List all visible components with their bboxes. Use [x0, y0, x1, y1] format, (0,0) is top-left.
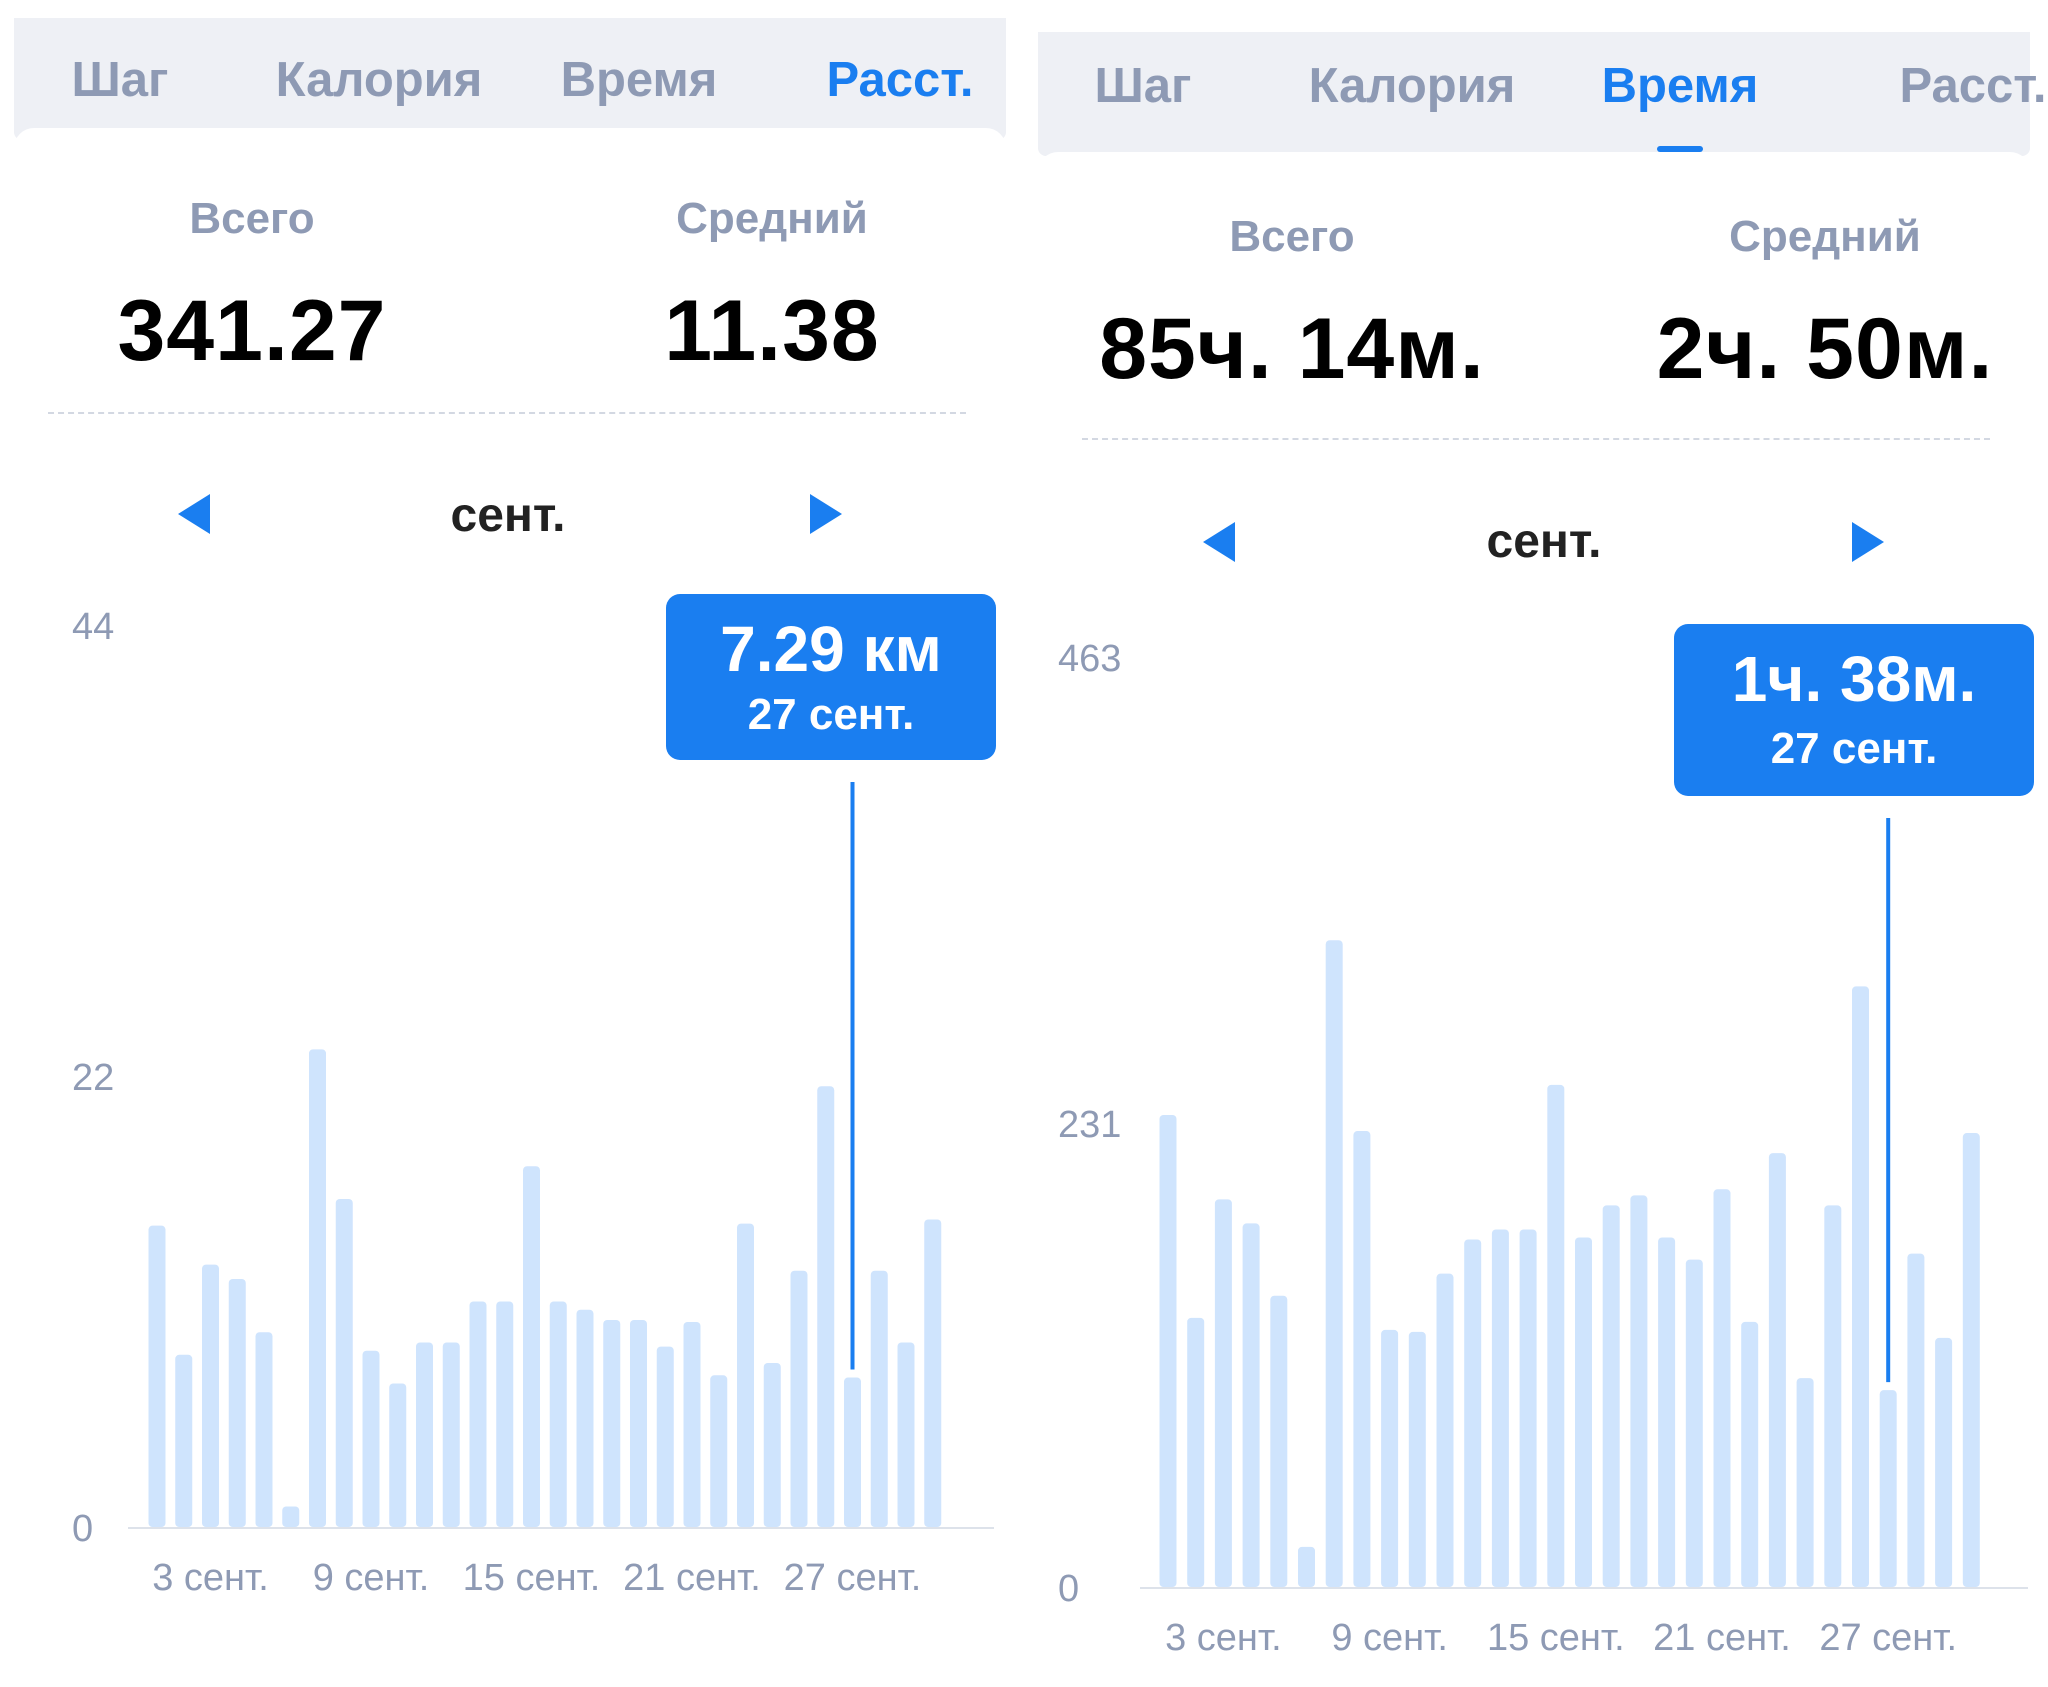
chart-bar[interactable] — [335, 1199, 353, 1527]
tooltip-value: 7.29 км — [720, 613, 942, 685]
chart-bar[interactable] — [309, 1049, 326, 1527]
chart-bar[interactable] — [1187, 1317, 1205, 1587]
x-tick-label: 9 сент. — [1331, 1617, 1448, 1659]
chart-bar[interactable] — [1519, 1229, 1537, 1587]
distance-bar-chart: 0 22 44 3 сент. 9 сент. 15 сент. 21 сент. 27 се… — [72, 606, 994, 1599]
chart-bar[interactable] — [416, 1342, 433, 1528]
chart-bar[interactable] — [1436, 1273, 1454, 1587]
time-panel: Шаг Калория Время Расст. Всего 85ч. 14м.… — [1024, 0, 2048, 1687]
tooltip-value: 1ч. 38м. — [1731, 643, 1977, 715]
chart-bar[interactable] — [1270, 1295, 1288, 1587]
chart-bar[interactable] — [576, 1309, 594, 1527]
x-tick-label: 3 сент. — [1165, 1617, 1282, 1659]
chart-bar[interactable] — [897, 1342, 915, 1528]
chart-bar[interactable] — [442, 1342, 460, 1528]
chart-bar[interactable] — [148, 1225, 166, 1527]
chart-bar[interactable] — [870, 1270, 888, 1527]
chart-bar[interactable] — [1298, 1546, 1315, 1587]
chart-bar[interactable] — [1824, 1205, 1842, 1587]
chart-bar[interactable] — [1907, 1253, 1925, 1587]
selected-bar-tooltip: 7.29 км 27 сент. — [666, 594, 996, 760]
chart-bar[interactable] — [175, 1354, 193, 1527]
chart-bar[interactable] — [737, 1223, 754, 1527]
y-tick-label: 231 — [1058, 1104, 1121, 1146]
chart-bar[interactable] — [1713, 1189, 1731, 1587]
chart-bar[interactable] — [817, 1086, 835, 1527]
x-tick-label: 27 сент. — [784, 1557, 922, 1599]
chart-bar[interactable] — [763, 1363, 781, 1527]
x-tick-label: 21 сент. — [623, 1557, 761, 1599]
x-tick-label: 15 сент. — [1487, 1617, 1625, 1659]
y-tick-label: 0 — [72, 1508, 93, 1550]
chart-bar[interactable] — [1242, 1223, 1260, 1587]
chart-bar[interactable] — [255, 1332, 273, 1527]
chart-bar[interactable] — [1602, 1205, 1620, 1587]
chart-bar[interactable] — [523, 1166, 540, 1527]
chart-bar[interactable] — [844, 1377, 861, 1527]
chart-bar[interactable] — [496, 1301, 514, 1528]
chart-bar[interactable] — [1325, 940, 1343, 1587]
chart-bar[interactable] — [1159, 1114, 1177, 1587]
chart-bar[interactable] — [683, 1322, 701, 1527]
chart-bar[interactable] — [202, 1264, 219, 1527]
x-tick-label: 3 сент. — [152, 1557, 269, 1599]
chart-bar[interactable] — [389, 1383, 407, 1528]
chart-bar[interactable] — [1491, 1229, 1509, 1587]
chart-bar[interactable] — [549, 1301, 567, 1528]
chart-bar[interactable] — [1879, 1390, 1897, 1587]
chart-bar[interactable] — [228, 1278, 246, 1527]
selected-bar-tooltip: 1ч. 38м. 27 сент. — [1674, 624, 2034, 796]
x-tick-label: 9 сент. — [313, 1557, 430, 1599]
chart-bar[interactable] — [1935, 1337, 1953, 1587]
tooltip-date: 27 сент. — [747, 690, 915, 739]
distance-panel: Шаг Калория Время Расст. Всего 341.27 Ср… — [0, 0, 1024, 1687]
chart-bar[interactable] — [1408, 1331, 1426, 1587]
chart-bar[interactable] — [1796, 1378, 1814, 1587]
time-bar-chart: 0 231 463 3 сент. 9 сент. 15 сент. 21 сент. 27 … — [1058, 638, 2028, 1659]
chart-bar[interactable] — [710, 1375, 728, 1527]
x-tick-label: 21 сент. — [1653, 1617, 1791, 1659]
y-tick-label: 0 — [1058, 1568, 1079, 1610]
chart-bar[interactable] — [1658, 1237, 1676, 1587]
chart-bar[interactable] — [1768, 1153, 1786, 1587]
chart-bar[interactable] — [469, 1301, 487, 1528]
chart-bar[interactable] — [1353, 1131, 1371, 1587]
chart-bar[interactable] — [603, 1319, 621, 1527]
chart-bar[interactable] — [1741, 1321, 1759, 1587]
tooltip-date: 27 сент. — [1770, 724, 1938, 773]
chart-bar[interactable] — [1852, 986, 1869, 1587]
x-tick-label: 27 сент. — [1819, 1617, 1957, 1659]
y-tick-label: 22 — [72, 1057, 114, 1099]
y-tick-label: 463 — [1058, 638, 1121, 680]
x-tick-label: 15 сент. — [463, 1557, 601, 1599]
chart-bar[interactable] — [362, 1350, 380, 1527]
chart-bar[interactable] — [282, 1506, 300, 1528]
chart-bar[interactable] — [924, 1219, 942, 1528]
chart-bar[interactable] — [1630, 1195, 1648, 1587]
chart-bar[interactable] — [630, 1319, 647, 1527]
chart-bar[interactable] — [1464, 1239, 1482, 1587]
chart-bar[interactable] — [1381, 1329, 1399, 1587]
chart-bar[interactable] — [1575, 1237, 1592, 1587]
chart-bar[interactable] — [1214, 1199, 1232, 1587]
chart-bar[interactable] — [1547, 1084, 1565, 1587]
chart-bar[interactable] — [656, 1346, 674, 1527]
chart-bar[interactable] — [790, 1270, 808, 1527]
y-tick-label: 44 — [72, 606, 114, 648]
chart-bar[interactable] — [1685, 1259, 1703, 1587]
chart-bar[interactable] — [1962, 1133, 1980, 1587]
